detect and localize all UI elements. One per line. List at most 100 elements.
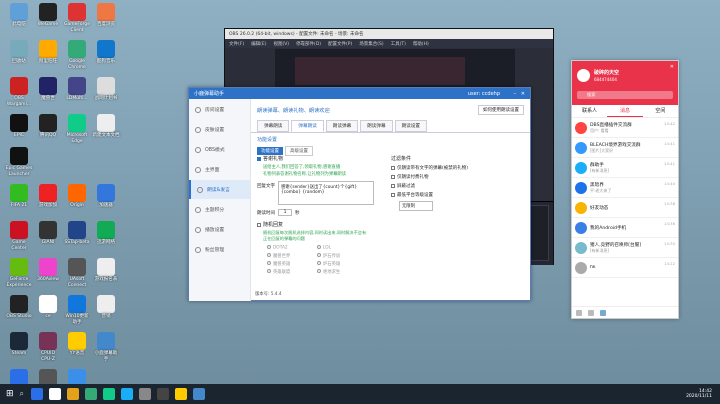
filter-item[interactable]: 最低平台等级设置 — [391, 192, 521, 198]
chat-item[interactable]: BLEACH境界游戏交流群 [图片]大家好 14:41 — [572, 138, 678, 158]
taskbar-app-icon[interactable] — [121, 388, 134, 400]
desktop-icon[interactable]: UAsoft Connect — [62, 258, 92, 288]
desktop-icon[interactable]: 腾讯QQ — [33, 114, 63, 139]
desktop-icon[interactable]: GeForce Experience — [4, 258, 34, 288]
obs-menu-item[interactable]: 帮助(H) — [413, 41, 429, 47]
qq-avatar[interactable] — [577, 69, 590, 82]
filter-item[interactable]: 屏蔽过滤 — [391, 183, 521, 189]
taskbar-app-icon[interactable] — [157, 388, 170, 400]
desktop-icon[interactable]: 百度浏览 — [91, 3, 121, 28]
qq-tab[interactable]: 空间 — [643, 105, 678, 117]
add-icon[interactable] — [588, 309, 594, 316]
filter-checkbox[interactable] — [391, 183, 395, 188]
desktop-icon[interactable]: OBS Wargami... — [4, 77, 34, 107]
random-option[interactable]: 炉石传说 — [317, 253, 367, 259]
desktop-icon[interactable]: FIFA 21 — [4, 184, 34, 209]
tab[interactable]: 弹幕朗读 — [291, 120, 324, 132]
obs-menu-item[interactable]: 文件(F) — [229, 41, 244, 47]
clock[interactable]: 14:42 2020/11/11 — [686, 389, 720, 400]
help-button[interactable]: 如何使用朗读设置 — [478, 105, 524, 115]
chat-item[interactable]: DBS直播插件交流群 用户: 看看 14:42 — [572, 118, 678, 138]
taskbar-app-icon[interactable] — [175, 388, 188, 400]
minimize-icon[interactable]: – — [514, 91, 517, 97]
filter-item[interactable]: 仅朗读付费礼物 — [391, 174, 521, 180]
chat-item[interactable]: 猪人,竞野的召唤师[台服] [有新消息] 14:30 — [572, 238, 678, 258]
desktop-icon[interactable]: Win10更新 助手 — [62, 295, 92, 325]
sidebar-item[interactable]: OBS模式 — [189, 140, 250, 159]
sidebar-item[interactable]: 播放设置 — [189, 220, 250, 239]
close-icon[interactable]: ✕ — [670, 64, 674, 70]
random-row[interactable]: 随机回复 — [257, 221, 379, 228]
danmaku-helper-window[interactable]: 小鹿弹幕助手 user: ccdehp – ✕ 房间设置 皮肤设置 OBS模式 主界面… — [188, 87, 531, 301]
desktop-icon[interactable]: EPIC — [4, 114, 34, 139]
reply-textarea[interactable]: 感谢{sender}送出了{count}个{gift} {combo} {ran… — [278, 181, 374, 205]
desktop-icon[interactable]: Microsoft Edge — [62, 114, 92, 144]
desktop-icon[interactable]: SSTap-beta — [62, 221, 92, 246]
chat-item[interactable]: 好友动态 14:38 — [572, 198, 678, 218]
desktop-icon[interactable]: 新建文本文档 — [91, 114, 121, 139]
gift-checkbox[interactable] — [257, 156, 261, 161]
taskbar-app-icon[interactable] — [85, 388, 98, 400]
filter-item[interactable]: 仅朗读带有文字的弹幕(被禁的礼物) — [391, 165, 521, 171]
desktop-icon[interactable]: Epic Games Launcher — [4, 147, 34, 177]
interval-input[interactable]: 1 — [278, 209, 292, 216]
desktop-icon[interactable]: 游戏报名表 — [91, 258, 121, 283]
taskbar-app-icon[interactable] — [67, 388, 80, 400]
level-select[interactable]: 无限制 — [399, 201, 433, 211]
taskbar-app-icon[interactable] — [103, 388, 116, 400]
random-option[interactable]: 魔兽世界 — [267, 253, 317, 259]
qq-tab[interactable]: 联系人 — [572, 105, 607, 117]
obs-menu-item[interactable]: 工具(T) — [391, 41, 406, 47]
obs-menu-item[interactable]: 停靠部件(D) — [296, 41, 321, 47]
desktop-icon[interactable]: 魔兽世 — [33, 77, 63, 102]
desktop-icon[interactable]: Google Chrome — [62, 40, 92, 70]
desktop-icon[interactable]: 迅游网络 — [91, 221, 121, 246]
chat-item[interactable]: 我的Android手机 14:36 — [572, 218, 678, 238]
random-checkbox[interactable] — [257, 222, 261, 227]
random-option[interactable]: 绝地求生 — [317, 269, 367, 275]
gift-row[interactable]: 答谢礼物 — [257, 155, 379, 162]
desktop-icon[interactable]: CPUID CPU-Z — [33, 332, 63, 362]
tab[interactable]: 朗读设置 — [394, 120, 427, 132]
tab[interactable]: 朗读弹幕 — [360, 120, 393, 132]
desktop-icon[interactable]: 酷狗音乐 — [91, 40, 121, 65]
desktop-icon[interactable]: Origin — [62, 184, 92, 209]
obs-menu-item[interactable]: 配置文件(P) — [328, 41, 352, 47]
qq-search[interactable]: 搜索 — [577, 91, 673, 99]
sidebar-item[interactable]: 皮肤设置 — [189, 120, 250, 139]
filter-checkbox[interactable] — [391, 165, 395, 170]
tab[interactable]: 朗读弹幕 — [325, 120, 359, 132]
close-icon[interactable]: ✕ — [521, 91, 525, 97]
chat-item[interactable]: 群助手 [有新消息] 14:41 — [572, 158, 678, 178]
qq-window[interactable]: 破碎的天空 684474404 ✕ 搜索 联系人 消息 空间 DBS直播插件交流群用… — [571, 60, 679, 319]
file-icon[interactable] — [600, 309, 606, 316]
desktop-icon[interactable]: 战网计划书 — [91, 77, 121, 102]
search-icon[interactable]: ⌕ — [20, 389, 24, 399]
random-option[interactable]: LOL — [317, 245, 367, 251]
obs-menu-item[interactable]: 场景集合(S) — [359, 41, 383, 47]
taskbar-app-icon[interactable] — [193, 388, 206, 400]
taskbar-app-icon[interactable] — [139, 388, 152, 400]
desktop-icon[interactable]: 营销 — [91, 295, 121, 320]
desktop-icon[interactable]: Game Center — [4, 221, 34, 251]
desktop-icon[interactable]: 小鹿弹幕助 手 — [91, 332, 121, 362]
sidebar-item[interactable]: 朗读&发言 — [189, 180, 250, 199]
desktop-icon[interactable]: LDMulti... — [62, 77, 92, 102]
obs-menu-item[interactable]: 编辑(E) — [251, 41, 266, 47]
tab[interactable]: 弹幕朗读 — [257, 120, 290, 132]
taskbar-app-icon[interactable] — [31, 388, 44, 400]
desktop-icon[interactable]: 阿里旺旺 — [33, 40, 63, 65]
filter-checkbox[interactable] — [391, 174, 395, 179]
desktop-icon[interactable]: 游戏加加 — [33, 184, 63, 209]
sidebar-item[interactable]: 房间设置 — [189, 100, 250, 119]
desktop-icon[interactable]: WeGame — [33, 3, 63, 28]
obs-menu-item[interactable]: 视图(V) — [273, 41, 289, 47]
filter-checkbox[interactable] — [391, 192, 395, 197]
desktop-icon[interactable]: OBS Studio — [4, 295, 34, 320]
desktop-icon[interactable]: GIANI — [33, 221, 63, 246]
desktop-icon[interactable]: 此电脑 — [4, 3, 34, 28]
chat-item[interactable]: hk 14:22 — [572, 258, 678, 278]
random-option[interactable]: 炉石英雄 — [317, 261, 367, 267]
desktop-icon[interactable]: YY语音 — [62, 332, 92, 357]
subtab[interactable]: 功能设置 — [257, 147, 283, 155]
